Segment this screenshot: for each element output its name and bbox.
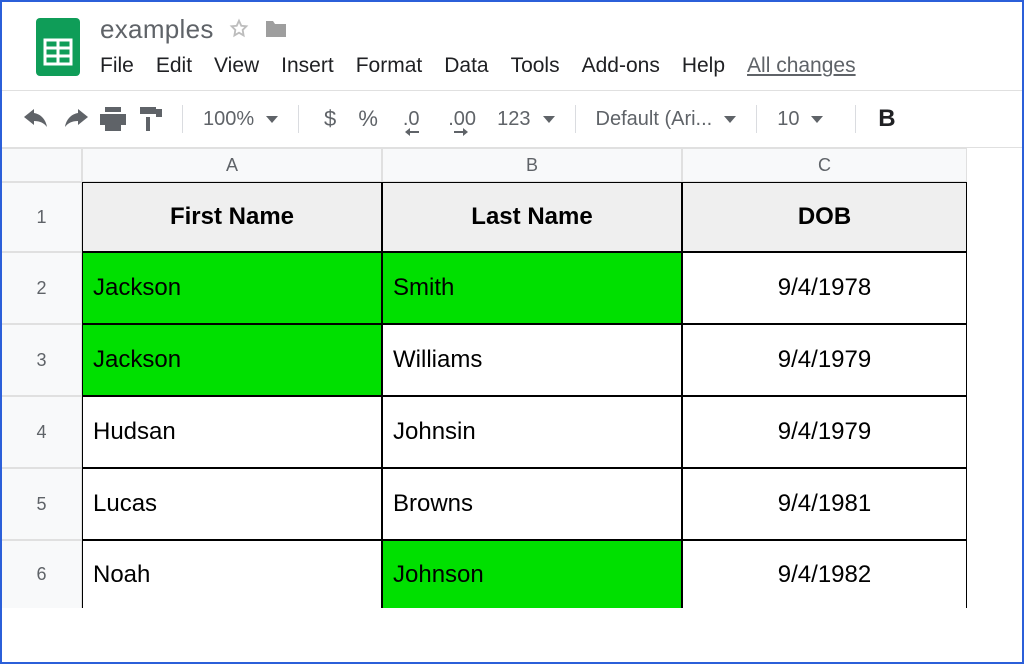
row-head-1[interactable]: 1	[2, 182, 82, 252]
more-formats-dropdown[interactable]: 123	[491, 108, 560, 131]
cell-B5[interactable]: Browns	[382, 468, 682, 540]
font-size-dropdown[interactable]: 10	[771, 108, 841, 131]
cell-C6[interactable]: 9/4/1982	[682, 540, 967, 608]
row-head-6[interactable]: 6	[2, 540, 82, 608]
cell-B4[interactable]: Johnsin	[382, 396, 682, 468]
chevron-down-icon	[724, 116, 736, 123]
toolbar-separator	[575, 105, 576, 133]
cell-A4[interactable]: Hudsan	[82, 396, 382, 468]
cell-A2[interactable]: Jackson	[82, 252, 382, 324]
print-icon[interactable]	[96, 102, 130, 136]
row-head-3[interactable]: 3	[2, 324, 82, 396]
cell-C5[interactable]: 9/4/1981	[682, 468, 967, 540]
select-all-corner[interactable]	[2, 148, 82, 182]
row-head-4[interactable]: 4	[2, 396, 82, 468]
toolbar-separator	[855, 105, 856, 133]
chevron-down-icon	[811, 116, 823, 123]
menu-file[interactable]: File	[100, 54, 134, 78]
toolbar-separator	[298, 105, 299, 133]
more-formats-label: 123	[497, 108, 530, 131]
cell-B3[interactable]: Williams	[382, 324, 682, 396]
cell-A3[interactable]: Jackson	[82, 324, 382, 396]
cell-A6[interactable]: Noah	[82, 540, 382, 608]
font-family-dropdown[interactable]: Default (Ari...	[590, 108, 743, 131]
row-head-5[interactable]: 5	[2, 468, 82, 540]
menu-tools[interactable]: Tools	[511, 54, 560, 78]
cell-B6[interactable]: Johnson	[382, 540, 682, 608]
cell-C1[interactable]: DOB	[682, 182, 967, 252]
cell-B1[interactable]: Last Name	[382, 182, 682, 252]
spreadsheet-grid: A B C 1 First Name Last Name DOB 2 Jacks…	[2, 148, 1022, 608]
column-head-A[interactable]: A	[82, 148, 382, 182]
cell-A5[interactable]: Lucas	[82, 468, 382, 540]
menu-edit[interactable]: Edit	[156, 54, 192, 78]
sheets-icon	[36, 18, 80, 76]
folder-icon[interactable]	[264, 19, 288, 39]
zoom-dropdown[interactable]: 100%	[197, 108, 284, 131]
cell-B2[interactable]: Smith	[382, 252, 682, 324]
redo-icon[interactable]	[58, 102, 92, 136]
menu-insert[interactable]: Insert	[281, 54, 334, 78]
chevron-down-icon	[266, 116, 278, 123]
format-percent-button[interactable]: %	[351, 102, 385, 136]
menu-bar: File Edit View Insert Format Data Tools …	[100, 54, 856, 78]
cell-A1[interactable]: First Name	[82, 182, 382, 252]
all-changes-link[interactable]: All changes	[747, 54, 856, 78]
row-head-2[interactable]: 2	[2, 252, 82, 324]
cell-C4[interactable]: 9/4/1979	[682, 396, 967, 468]
paint-format-icon[interactable]	[134, 102, 168, 136]
chevron-down-icon	[543, 116, 555, 123]
toolbar-separator	[182, 105, 183, 133]
star-icon[interactable]	[228, 18, 250, 40]
menu-data[interactable]: Data	[444, 54, 488, 78]
column-head-B[interactable]: B	[382, 148, 682, 182]
cell-C2[interactable]: 9/4/1978	[682, 252, 967, 324]
menu-view[interactable]: View	[214, 54, 259, 78]
menu-help[interactable]: Help	[682, 54, 725, 78]
title-bar: examples File Edit View Insert Format Da…	[2, 2, 1022, 78]
bold-button[interactable]: B	[870, 105, 895, 133]
format-currency-button[interactable]: $	[313, 102, 347, 136]
increase-decimal-button[interactable]: .00	[437, 102, 487, 136]
cell-C3[interactable]: 9/4/1979	[682, 324, 967, 396]
menu-format[interactable]: Format	[356, 54, 423, 78]
font-size-value: 10	[777, 108, 799, 131]
column-head-C[interactable]: C	[682, 148, 967, 182]
toolbar: 100% $ % .0 .00 123 Default (Ari...	[2, 91, 1022, 147]
font-family-value: Default (Ari...	[596, 108, 713, 131]
decrease-decimal-button[interactable]: .0	[389, 102, 433, 136]
zoom-value: 100%	[203, 108, 254, 131]
document-title[interactable]: examples	[100, 14, 214, 45]
undo-icon[interactable]	[20, 102, 54, 136]
toolbar-separator	[756, 105, 757, 133]
menu-addons[interactable]: Add-ons	[582, 54, 660, 78]
